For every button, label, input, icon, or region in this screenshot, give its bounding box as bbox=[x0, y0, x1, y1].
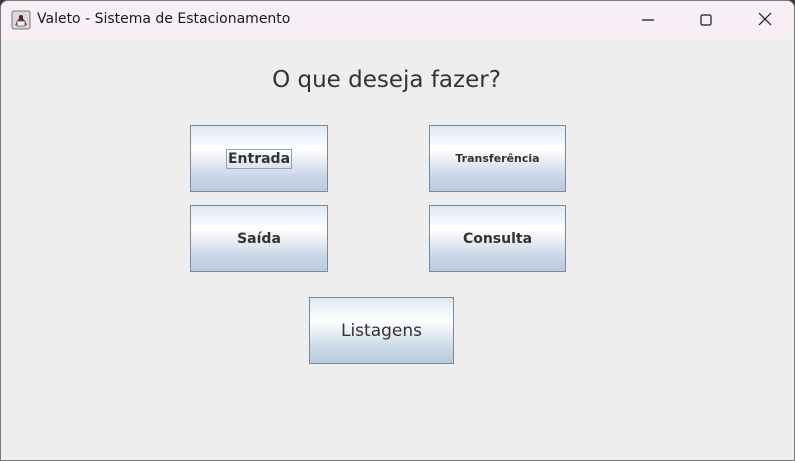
consulta-button-label: Consulta bbox=[462, 230, 533, 247]
maximize-button[interactable] bbox=[677, 1, 735, 39]
listagens-button[interactable]: Listagens bbox=[309, 297, 454, 364]
main-panel: O que deseja fazer? Entrada Transferênci… bbox=[1, 39, 794, 460]
title-bar[interactable]: Valeto - Sistema de Estacionamento bbox=[1, 1, 794, 39]
transferencia-button[interactable]: Transferência bbox=[429, 125, 566, 192]
app-window: Valeto - Sistema de Estacionamento O que… bbox=[0, 0, 795, 461]
saida-button-label: Saída bbox=[237, 230, 281, 247]
entrada-button-label: Entrada bbox=[225, 148, 293, 169]
maximize-icon bbox=[700, 11, 712, 30]
transferencia-button-label: Transferência bbox=[455, 152, 540, 165]
window-title: Valeto - Sistema de Estacionamento bbox=[37, 11, 291, 27]
java-coffee-icon[interactable] bbox=[11, 10, 31, 30]
close-icon bbox=[758, 11, 772, 30]
listagens-button-label: Listagens bbox=[340, 320, 422, 341]
minimize-button[interactable] bbox=[619, 1, 677, 39]
page-title: O que deseja fazer? bbox=[272, 67, 501, 93]
minimize-icon bbox=[642, 11, 654, 30]
consulta-button[interactable]: Consulta bbox=[429, 205, 566, 272]
saida-button[interactable]: Saída bbox=[190, 205, 328, 272]
entrada-button[interactable]: Entrada bbox=[190, 125, 328, 192]
close-button[interactable] bbox=[736, 1, 794, 39]
